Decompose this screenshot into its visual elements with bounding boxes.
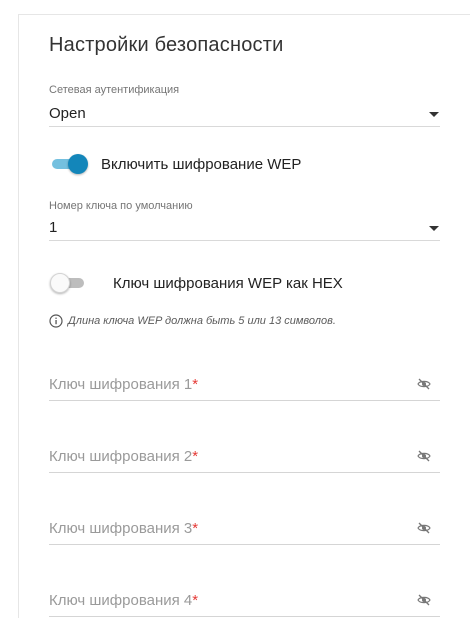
required-mark: *: [192, 448, 199, 465]
required-mark: *: [192, 520, 199, 537]
wep-enable-toggle[interactable]: [52, 154, 88, 174]
wep-key-1-field[interactable]: Ключ шифрования 1*: [49, 370, 440, 401]
default-key-value: 1: [49, 219, 58, 236]
network-auth-select[interactable]: Сетевая аутентификация Open: [49, 84, 440, 127]
network-auth-label: Сетевая аутентификация: [49, 84, 180, 96]
eye-off-icon[interactable]: [417, 449, 431, 463]
default-key-label: Номер ключа по умолчанию: [49, 200, 193, 212]
page-title: Настройки безопасности: [49, 34, 284, 56]
wep-key-3-placeholder: Ключ шифрования 3*: [49, 520, 199, 537]
toggle-knob: [50, 273, 70, 293]
required-mark: *: [192, 592, 199, 609]
wep-hex-toggle[interactable]: [50, 273, 86, 293]
wep-key-4-field[interactable]: Ключ шифрования 4*: [49, 586, 440, 617]
default-key-value-row[interactable]: 1: [49, 216, 440, 241]
info-icon: [49, 314, 63, 328]
wep-key-2-placeholder: Ключ шифрования 2*: [49, 448, 199, 465]
toggle-knob: [68, 154, 88, 174]
wep-key-2-field[interactable]: Ключ шифрования 2*: [49, 442, 440, 473]
wep-enable-label: Включить шифрование WEP: [101, 155, 302, 173]
eye-off-icon[interactable]: [417, 593, 431, 607]
eye-off-icon[interactable]: [417, 521, 431, 535]
wep-key-4-placeholder: Ключ шифрования 4*: [49, 592, 199, 609]
wep-hex-label: Ключ шифрования WEP как HEX: [113, 274, 343, 292]
hint-text: Длина ключа WEP должна быть 5 или 13 сим…: [68, 315, 336, 327]
eye-off-icon[interactable]: [417, 377, 431, 391]
wep-key-1-placeholder: Ключ шифрования 1*: [49, 376, 199, 393]
wep-hex-row[interactable]: Ключ шифрования WEP как HEX: [50, 271, 343, 295]
caret-down-icon: [429, 226, 439, 231]
key-length-hint: Длина ключа WEP должна быть 5 или 13 сим…: [49, 314, 336, 328]
default-key-select[interactable]: Номер ключа по умолчанию 1: [49, 200, 440, 241]
wep-key-3-field[interactable]: Ключ шифрования 3*: [49, 514, 440, 545]
caret-down-icon: [429, 112, 439, 117]
wep-enable-row[interactable]: Включить шифрование WEP: [52, 152, 301, 176]
network-auth-value: Open: [49, 105, 86, 122]
required-mark: *: [192, 376, 199, 393]
network-auth-value-row[interactable]: Open: [49, 102, 440, 127]
